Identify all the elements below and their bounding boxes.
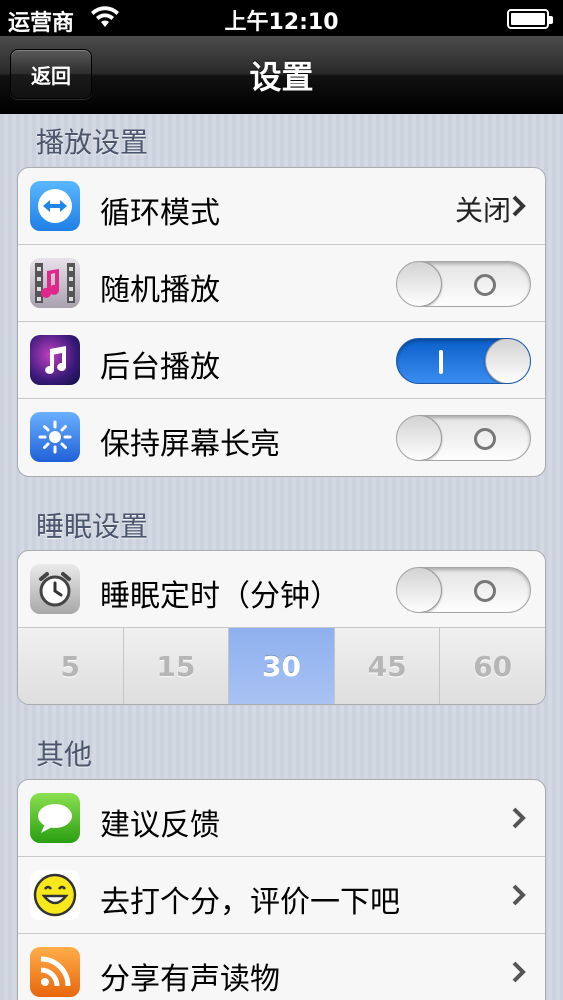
loop-mode-row[interactable]: 循环模式 关闭: [18, 168, 545, 245]
playback-settings-group: 循环模式 关闭 随机播放 后台播放 保持屏幕长亮: [17, 167, 546, 477]
segment-60[interactable]: 60: [440, 628, 545, 704]
chevron-right-icon: [512, 807, 526, 829]
keep-screen-on-label: 保持屏幕长亮: [100, 427, 280, 462]
shuffle-label: 随机播放: [100, 273, 220, 308]
rss-feed-icon: [30, 947, 80, 997]
segment-15[interactable]: 15: [124, 628, 230, 704]
keep-screen-on-row: 保持屏幕长亮: [18, 399, 545, 476]
rate-app-row[interactable]: 去打个分，评价一下吧: [18, 857, 545, 934]
section-header-sleep: 睡眠设置: [36, 510, 149, 543]
chevron-right-icon: [512, 961, 526, 983]
background-play-label: 后台播放: [100, 350, 220, 385]
loop-mode-value: 关闭: [454, 194, 511, 227]
message-bubble-icon: [30, 793, 80, 843]
section-header-other: 其他: [36, 738, 93, 771]
page-title: 设置: [249, 58, 314, 96]
sleep-settings-group: 睡眠定时（分钟） 5 15 30 45 60: [17, 550, 546, 705]
smiley-face-icon: [30, 870, 80, 920]
other-settings-group: 建议反馈 去打个分，评价一下吧 分享有声读物: [17, 779, 546, 1000]
brightness-icon: [30, 412, 80, 462]
segment-5[interactable]: 5: [18, 628, 124, 704]
status-bar: 运营商 上午12:10: [0, 0, 563, 36]
status-time: 上午12:10: [224, 10, 339, 35]
feedback-row[interactable]: 建议反馈: [18, 780, 545, 857]
rate-app-label: 去打个分，评价一下吧: [100, 885, 400, 920]
share-row[interactable]: 分享有声读物: [18, 934, 545, 1000]
chevron-right-icon: [512, 884, 526, 906]
share-label: 分享有声读物: [100, 962, 280, 997]
sleep-timer-row: 睡眠定时（分钟）: [18, 551, 545, 628]
sleep-timer-label: 睡眠定时（分钟）: [100, 579, 340, 614]
section-header-playback: 播放设置: [36, 126, 149, 159]
feedback-label: 建议反馈: [100, 808, 220, 843]
keep-screen-on-toggle[interactable]: [396, 415, 531, 461]
background-play-toggle[interactable]: [396, 338, 531, 384]
music-video-icon: [30, 258, 80, 308]
music-note-icon: [30, 335, 80, 385]
navigation-bar: 返回 设置: [0, 36, 563, 114]
battery-icon: [507, 9, 553, 29]
sleep-timer-toggle[interactable]: [396, 567, 531, 613]
chevron-right-icon: [512, 195, 526, 217]
loop-mode-label: 循环模式: [100, 196, 220, 231]
shuffle-row: 随机播放: [18, 245, 545, 322]
shuffle-toggle[interactable]: [396, 261, 531, 307]
segment-30[interactable]: 30: [229, 628, 335, 704]
segment-45[interactable]: 45: [335, 628, 441, 704]
background-play-row: 后台播放: [18, 322, 545, 399]
alarm-clock-icon: [30, 564, 80, 614]
sleep-minutes-segmented-control: 5 15 30 45 60: [18, 628, 545, 704]
loop-mode-icon: [30, 181, 80, 231]
